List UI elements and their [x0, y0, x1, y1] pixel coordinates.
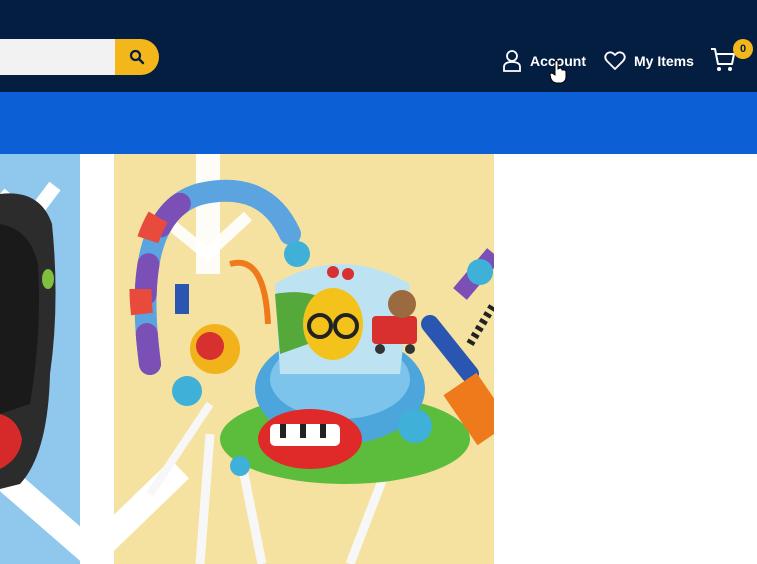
user-icon	[503, 50, 521, 72]
my-items-link[interactable]: My Items	[604, 47, 694, 75]
search-button[interactable]	[115, 39, 159, 75]
search-input[interactable]	[0, 39, 120, 75]
account-link[interactable]: Account	[502, 47, 586, 75]
hand-cursor-icon	[549, 60, 567, 84]
my-items-label: My Items	[634, 53, 694, 69]
magnifier-icon	[129, 49, 145, 65]
hero-banner-image[interactable]	[0, 154, 494, 564]
department-nav-bar	[0, 92, 757, 154]
heart-icon	[604, 51, 626, 70]
top-header: Account My Items 0	[0, 0, 757, 92]
cart-count-badge: 0	[733, 39, 753, 59]
